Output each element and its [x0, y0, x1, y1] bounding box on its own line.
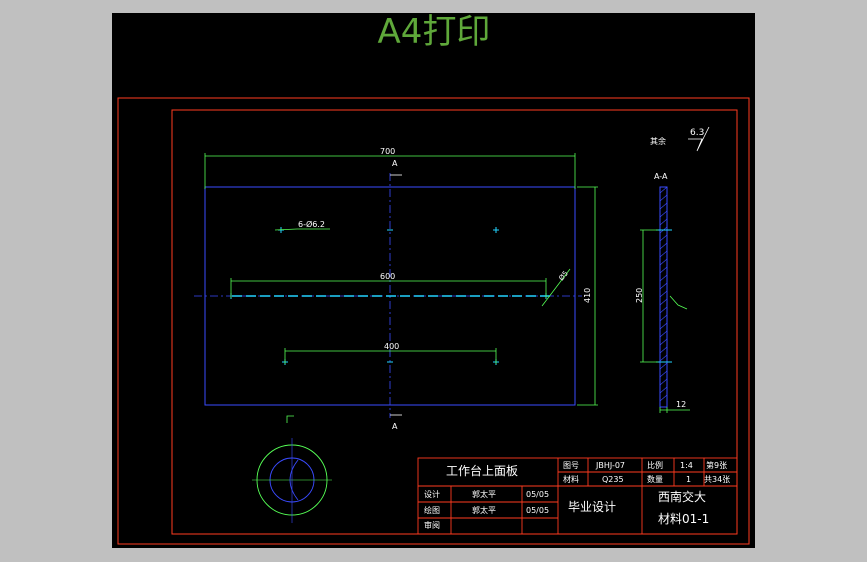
- dim-width: 410: [583, 288, 592, 303]
- material-label: 材料: [563, 474, 579, 484]
- scale-value: 1:4: [680, 461, 693, 470]
- qty-label: 数量: [647, 474, 663, 484]
- scale-label: 比例: [647, 460, 663, 470]
- cut-label-bottom: A: [392, 422, 398, 431]
- drawing-no-label: 图号: [563, 461, 579, 470]
- design-date: 05/05: [526, 490, 549, 499]
- finish-value: 6.3: [690, 128, 704, 138]
- drawing-no: JBHJ-07: [595, 461, 625, 470]
- sheet-total: 共34张: [704, 475, 730, 484]
- plate-top-view: A A: [194, 159, 582, 431]
- designer: 郭太平: [472, 489, 496, 499]
- review-label: 审阅: [424, 520, 440, 530]
- section-label: A-A: [654, 172, 668, 181]
- project-name: 毕业设计: [568, 500, 616, 514]
- projection-symbol: [252, 415, 332, 523]
- design-label: 设计: [424, 489, 440, 499]
- material-value: Q235: [602, 475, 624, 484]
- class-name: 材料01-1: [658, 512, 709, 526]
- dimension-lines: [204, 153, 598, 406]
- sheet-no: 第9张: [706, 460, 727, 470]
- cad-drawing: A4打印 其余 6.3 A A 700 600 400 410 6-Ø6.2 Ø…: [117, 13, 750, 545]
- drawn-label: 绘图: [424, 505, 440, 515]
- section-hatch: [659, 186, 668, 402]
- drawing-sheet: A4打印 其余 6.3 A A 700 600 400 410 6-Ø6.2 Ø…: [112, 13, 755, 548]
- drafter: 郭太平: [472, 505, 496, 515]
- title-block-text: 工作台上面板 图号 JBHJ-07 比例 1:4 第9张 材料 Q235 数量 …: [424, 460, 730, 530]
- dim-400: 400: [384, 342, 399, 351]
- drawn-date: 05/05: [526, 506, 549, 515]
- dim-hole-note: 6-Ø6.2: [298, 219, 325, 229]
- part-name: 工作台上面板: [446, 463, 518, 478]
- cut-label-top: A: [392, 159, 398, 168]
- banner-title: A4打印: [378, 13, 491, 52]
- section-dims: [640, 229, 690, 413]
- school-name: 西南交大: [658, 489, 706, 504]
- qty-value: 1: [686, 475, 691, 484]
- dim-600: 600: [380, 272, 395, 281]
- dim-thickness: 12: [676, 400, 686, 409]
- dim-overall-length: 700: [380, 147, 395, 156]
- dim-section-length: 250: [635, 288, 644, 303]
- section-view: A-A 250 12: [635, 172, 690, 413]
- finish-note: 其余: [650, 136, 666, 146]
